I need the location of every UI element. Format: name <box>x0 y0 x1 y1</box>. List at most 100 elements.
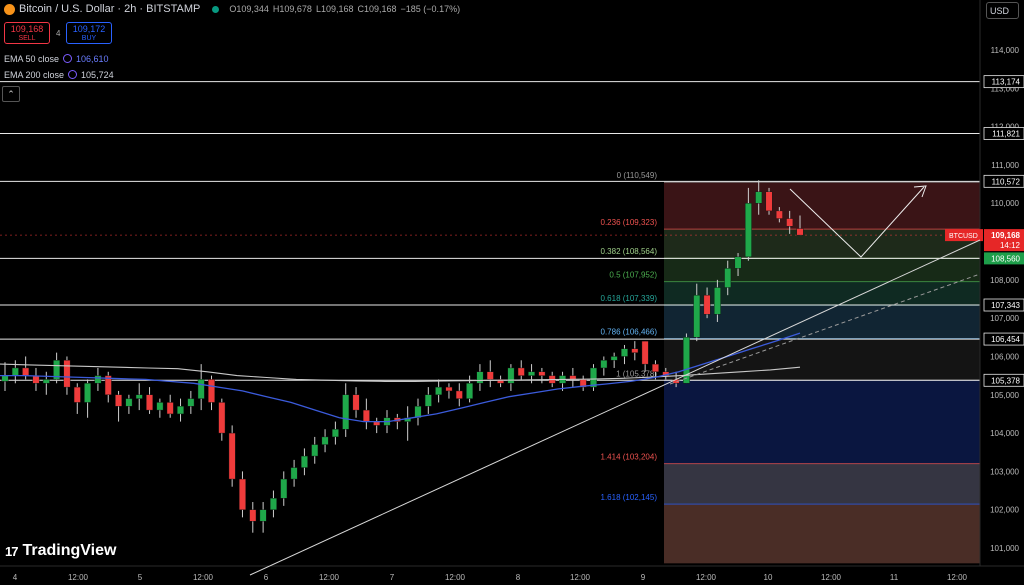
candle <box>373 417 381 434</box>
candle-body <box>187 398 195 407</box>
currency-select[interactable]: USD <box>986 2 1019 19</box>
tradingview-icon: 17 <box>5 543 19 559</box>
candle-body <box>362 409 370 422</box>
sell-button[interactable]: 109,168 SELL <box>4 22 50 44</box>
candle <box>579 375 587 391</box>
candle <box>270 490 277 518</box>
y-tick-label: 101,000 <box>990 544 1019 553</box>
candle-body <box>775 210 783 219</box>
candle <box>218 398 226 441</box>
candle-body <box>63 360 71 388</box>
sell-price: 109,168 <box>10 24 44 34</box>
ema200-label: EMA 200 close <box>4 70 65 80</box>
fib-zone <box>664 182 980 230</box>
level-tag-label: 108,560 <box>991 254 1020 263</box>
ema50-label: EMA 50 close <box>4 54 60 64</box>
candle-body <box>42 379 50 384</box>
y-tick-label: 111,000 <box>991 161 1019 170</box>
ema200-legend[interactable]: EMA 200 close 105,724 <box>4 70 114 80</box>
ohlc-low: L109,168 <box>315 4 354 14</box>
candle-body <box>435 386 443 395</box>
candle-body <box>177 406 184 415</box>
x-tick-label: 12:00 <box>947 573 968 582</box>
x-tick-label: 9 <box>641 573 646 582</box>
x-tick-label: 12:00 <box>696 573 717 582</box>
candle-body <box>228 432 236 480</box>
countdown-label: 14:12 <box>1000 241 1021 250</box>
level-tag-label: 110,572 <box>992 177 1021 186</box>
candle <box>342 383 350 437</box>
candle-body <box>631 348 639 353</box>
x-tick-label: 6 <box>264 573 269 582</box>
candle-body <box>517 367 525 376</box>
candle <box>125 394 133 414</box>
candle-body <box>724 268 732 288</box>
candle <box>362 398 370 430</box>
x-tick-label: 12:00 <box>570 573 591 582</box>
candle <box>610 352 618 368</box>
candle <box>135 383 143 411</box>
ohlc-open: O109,344 <box>229 4 269 14</box>
collapse-legend-icon[interactable]: ⌃ <box>2 86 20 102</box>
current-price-label: 109,168 <box>991 231 1020 240</box>
x-tick-label: 8 <box>516 573 521 582</box>
x-tick-label: 12:00 <box>319 573 340 582</box>
ema50-value: 106,610 <box>76 54 109 64</box>
level-tag-label: 107,343 <box>991 301 1020 310</box>
candle <box>63 356 71 395</box>
y-tick-label: 104,000 <box>990 429 1019 438</box>
ema50-settings-icon[interactable] <box>63 54 73 63</box>
candle <box>352 387 360 418</box>
fib-zone <box>664 463 980 505</box>
candle-body <box>703 294 711 315</box>
candle <box>631 341 639 361</box>
candle-body <box>290 467 298 480</box>
candle-body <box>73 386 81 403</box>
candle <box>435 379 443 403</box>
candle <box>73 383 81 414</box>
candle-body <box>218 402 226 434</box>
candle-body <box>239 478 246 510</box>
bitcoin-icon <box>4 3 15 15</box>
buy-button[interactable]: 109,172 BUY <box>66 22 112 44</box>
candle-body <box>249 509 257 522</box>
candle <box>404 406 412 441</box>
candle <box>94 367 102 391</box>
x-tick-label: 12:00 <box>193 573 214 582</box>
candle-body <box>528 371 535 376</box>
candle <box>146 387 153 414</box>
candle <box>600 356 608 376</box>
candle-body <box>590 367 597 388</box>
candle <box>311 436 319 464</box>
x-tick-label: 12:00 <box>68 573 89 582</box>
candle-body <box>94 375 102 384</box>
fib-zone <box>664 380 980 464</box>
candle-body <box>786 218 794 227</box>
candle-body <box>11 367 19 376</box>
candle-body <box>755 191 763 204</box>
ema50-legend[interactable]: EMA 50 close 106,610 <box>4 54 109 64</box>
candle <box>331 421 339 445</box>
candle <box>177 398 184 422</box>
candle <box>466 375 474 403</box>
candle-body <box>270 498 277 510</box>
candle <box>53 352 61 384</box>
y-tick-label: 103,000 <box>990 467 1019 476</box>
price-chart[interactable]: 0 (110,549) 0.236 (109,323) 0.382 (108,564… <box>0 0 1024 585</box>
candle-body <box>32 375 40 384</box>
ema200-settings-icon[interactable] <box>68 70 78 79</box>
candle <box>414 398 422 426</box>
candle <box>187 390 195 414</box>
candle-body <box>652 363 659 372</box>
sell-label: SELL <box>18 35 36 42</box>
candle-body <box>744 203 752 258</box>
currency-label: USD <box>990 6 1010 16</box>
candle-body <box>1 375 9 382</box>
candle-body <box>352 394 360 411</box>
symbol-title[interactable]: Bitcoin / U.S. Dollar · 2h · BITSTAMP <box>19 3 200 15</box>
candle <box>84 379 91 418</box>
y-tick-label: 105,000 <box>990 391 1019 400</box>
fib-label: 1.618 (102,145) <box>601 493 658 502</box>
y-tick-label: 106,000 <box>990 352 1019 361</box>
candle <box>590 364 597 391</box>
